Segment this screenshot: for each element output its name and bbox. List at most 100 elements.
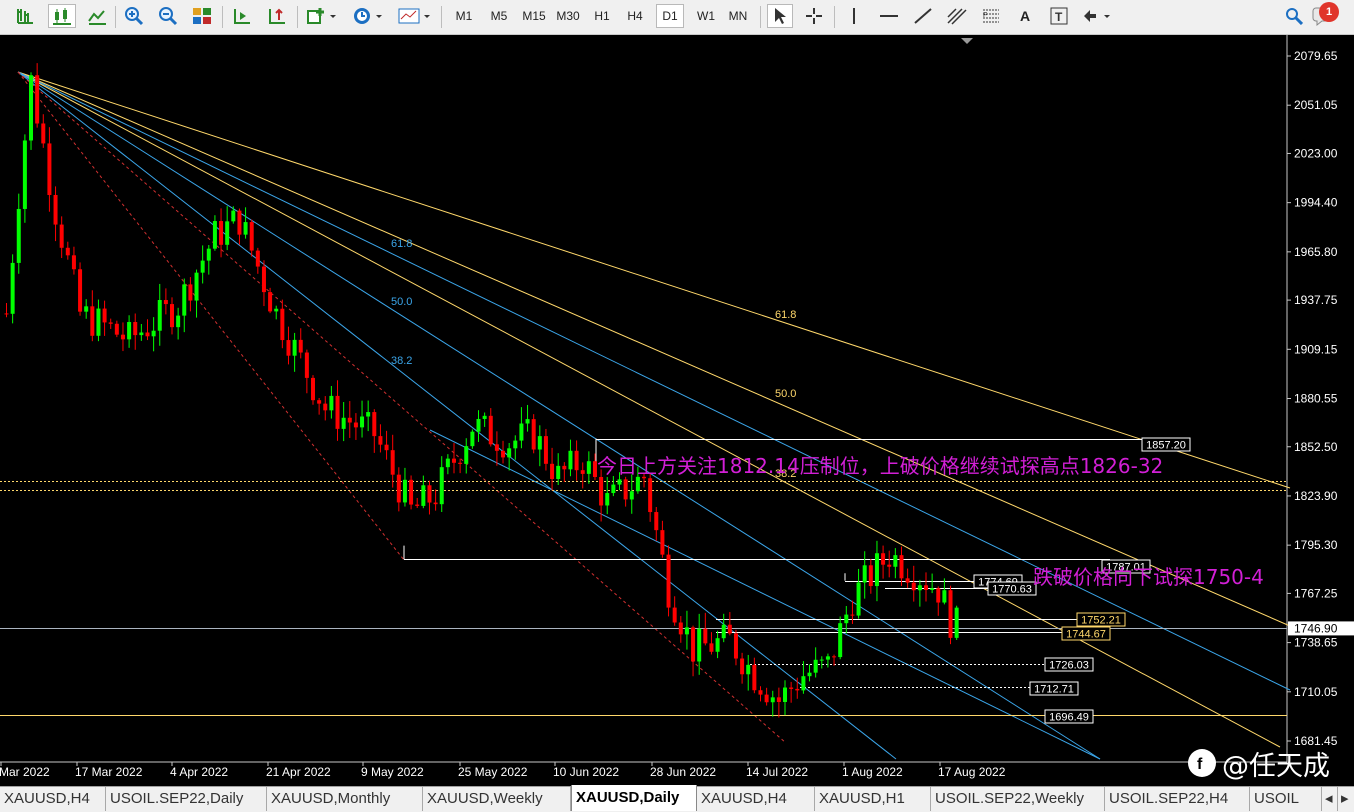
candle-body bbox=[47, 143, 52, 195]
price-tick-label: 2079.65 bbox=[1294, 49, 1338, 63]
candle-body bbox=[255, 250, 260, 267]
price-tick-label: 1823.90 bbox=[1294, 489, 1338, 503]
candle-body bbox=[635, 476, 640, 492]
candle-body bbox=[65, 247, 70, 256]
candle-body bbox=[22, 140, 27, 209]
timeframe-label: D1 bbox=[662, 9, 678, 23]
candle-body bbox=[292, 339, 297, 356]
timeframe-m15[interactable]: M15 bbox=[518, 4, 550, 28]
price-tick-label: 1880.55 bbox=[1294, 392, 1338, 406]
tab-xauusd-h1[interactable]: XAUUSD,H1 bbox=[815, 787, 931, 811]
chart-shift-icon[interactable] bbox=[264, 4, 290, 28]
candle-body bbox=[372, 412, 377, 437]
candle-body bbox=[53, 194, 58, 225]
tab-xauusd-h4[interactable]: XAUUSD,H4 bbox=[0, 787, 106, 811]
candle-body bbox=[451, 458, 456, 463]
timeframe-mn[interactable]: MN bbox=[724, 4, 752, 28]
candle-body bbox=[832, 656, 837, 658]
candle-body bbox=[954, 607, 959, 638]
chart-tabs: XAUUSD,H4 USOIL.SEP22,Daily XAUUSD,Month… bbox=[0, 785, 1354, 812]
line-chart-icon[interactable] bbox=[84, 4, 110, 28]
zoom-out-icon[interactable] bbox=[155, 4, 181, 28]
candle-body bbox=[893, 555, 898, 567]
timeframe-d1[interactable]: D1 bbox=[656, 4, 684, 28]
price-tick-label: 1994.40 bbox=[1294, 196, 1338, 210]
tab-xauusd-weekly[interactable]: XAUUSD,Weekly bbox=[423, 787, 571, 811]
watermark-text: @任天成 bbox=[1222, 750, 1330, 782]
tab-usoil-weekly[interactable]: USOIL.SEP22,Weekly bbox=[931, 787, 1105, 811]
tab-scroll-right-icon[interactable]: ▸ bbox=[1338, 787, 1354, 811]
tab-usoil-daily[interactable]: USOIL.SEP22,Daily bbox=[106, 787, 267, 811]
timeframe-m5[interactable]: M5 bbox=[484, 4, 514, 28]
candle-body bbox=[200, 260, 205, 273]
timeframe-w1[interactable]: W1 bbox=[692, 4, 720, 28]
candle-body bbox=[721, 624, 726, 639]
templates-icon[interactable] bbox=[396, 4, 434, 28]
candlestick-icon[interactable] bbox=[48, 4, 76, 28]
tab-label: USOIL bbox=[1254, 790, 1300, 807]
tab-usoil-more[interactable]: USOIL bbox=[1250, 787, 1322, 811]
candle-body bbox=[605, 493, 610, 506]
toolbar: M1 M5 M15 M30 H1 H4 D1 W1 MN F A T 1 bbox=[0, 0, 1354, 35]
fibonacci-icon[interactable]: F bbox=[978, 4, 1004, 28]
tab-xauusd-daily[interactable]: XAUUSD,Daily bbox=[571, 785, 697, 811]
candle-body bbox=[470, 431, 475, 447]
level-price-label: 1744.67 bbox=[1066, 629, 1106, 641]
zoom-in-icon[interactable] bbox=[121, 4, 147, 28]
candle-body bbox=[488, 415, 493, 445]
tab-usoil-h4[interactable]: USOIL.SEP22,H4 bbox=[1105, 787, 1250, 811]
text-label-icon[interactable]: T bbox=[1046, 4, 1072, 28]
candle-body bbox=[813, 659, 818, 673]
horizontal-line-icon[interactable] bbox=[876, 4, 902, 28]
candle-body bbox=[360, 416, 365, 428]
timeframe-h1[interactable]: H1 bbox=[589, 4, 615, 28]
candle-body bbox=[427, 485, 432, 503]
tile-windows-icon[interactable] bbox=[189, 4, 215, 28]
tab-scroll-left-icon[interactable]: ◂ bbox=[1322, 787, 1338, 811]
equidistant-channel-icon[interactable] bbox=[944, 4, 970, 28]
current-price-label: 1746.90 bbox=[1294, 621, 1338, 635]
candle-body bbox=[795, 688, 800, 691]
timeframe-m30[interactable]: M30 bbox=[552, 4, 584, 28]
candle-body bbox=[84, 306, 89, 312]
candle-body bbox=[317, 400, 322, 404]
text-icon[interactable]: A bbox=[1012, 4, 1038, 28]
candle-body bbox=[874, 553, 879, 587]
candle-body bbox=[697, 628, 702, 662]
vertical-line-icon[interactable] bbox=[842, 4, 866, 28]
date-tick-label: 14 Jul 2022 bbox=[746, 765, 808, 779]
candle-body bbox=[249, 222, 254, 251]
price-tick-label: 2051.05 bbox=[1294, 98, 1338, 112]
candle-body bbox=[948, 590, 953, 638]
autoscroll-icon[interactable] bbox=[229, 4, 255, 28]
tab-xauusd-h4-2[interactable]: XAUUSD,H4 bbox=[697, 787, 815, 811]
candle-body bbox=[396, 474, 401, 503]
candle-body bbox=[482, 415, 487, 419]
date-tick-label: 21 Apr 2022 bbox=[266, 765, 331, 779]
fan-label-blue: 50.0 bbox=[391, 296, 412, 308]
price-chart[interactable]: 61.850.038.261.850.038.2 1857.201787.011… bbox=[0, 35, 1354, 786]
candle-body bbox=[917, 585, 922, 591]
timeframe-label: MN bbox=[728, 9, 748, 23]
candle-body bbox=[311, 377, 315, 401]
candle-body bbox=[237, 210, 242, 235]
candle-body bbox=[409, 479, 414, 505]
timeframe-m1[interactable]: M1 bbox=[450, 4, 478, 28]
trend-line-icon[interactable] bbox=[910, 4, 936, 28]
date-tick-label: 17 Mar 2022 bbox=[75, 765, 143, 779]
candle-body bbox=[684, 627, 689, 635]
cursor-icon[interactable] bbox=[767, 4, 793, 28]
new-order-icon[interactable] bbox=[304, 4, 340, 28]
crosshair-icon[interactable] bbox=[801, 4, 827, 28]
bar-chart-icon[interactable] bbox=[12, 4, 38, 28]
tab-xauusd-monthly[interactable]: XAUUSD,Monthly bbox=[267, 787, 423, 811]
timeframe-h4[interactable]: H4 bbox=[622, 4, 648, 28]
candle-body bbox=[660, 530, 665, 555]
price-tick-label: 1909.15 bbox=[1294, 342, 1338, 356]
candle-body bbox=[182, 284, 187, 316]
arrows-icon[interactable] bbox=[1080, 4, 1116, 28]
search-icon[interactable] bbox=[1282, 4, 1306, 28]
date-tick-label: 10 Jun 2022 bbox=[553, 765, 619, 779]
candle-body bbox=[41, 123, 46, 144]
history-clock-icon[interactable] bbox=[350, 4, 386, 28]
